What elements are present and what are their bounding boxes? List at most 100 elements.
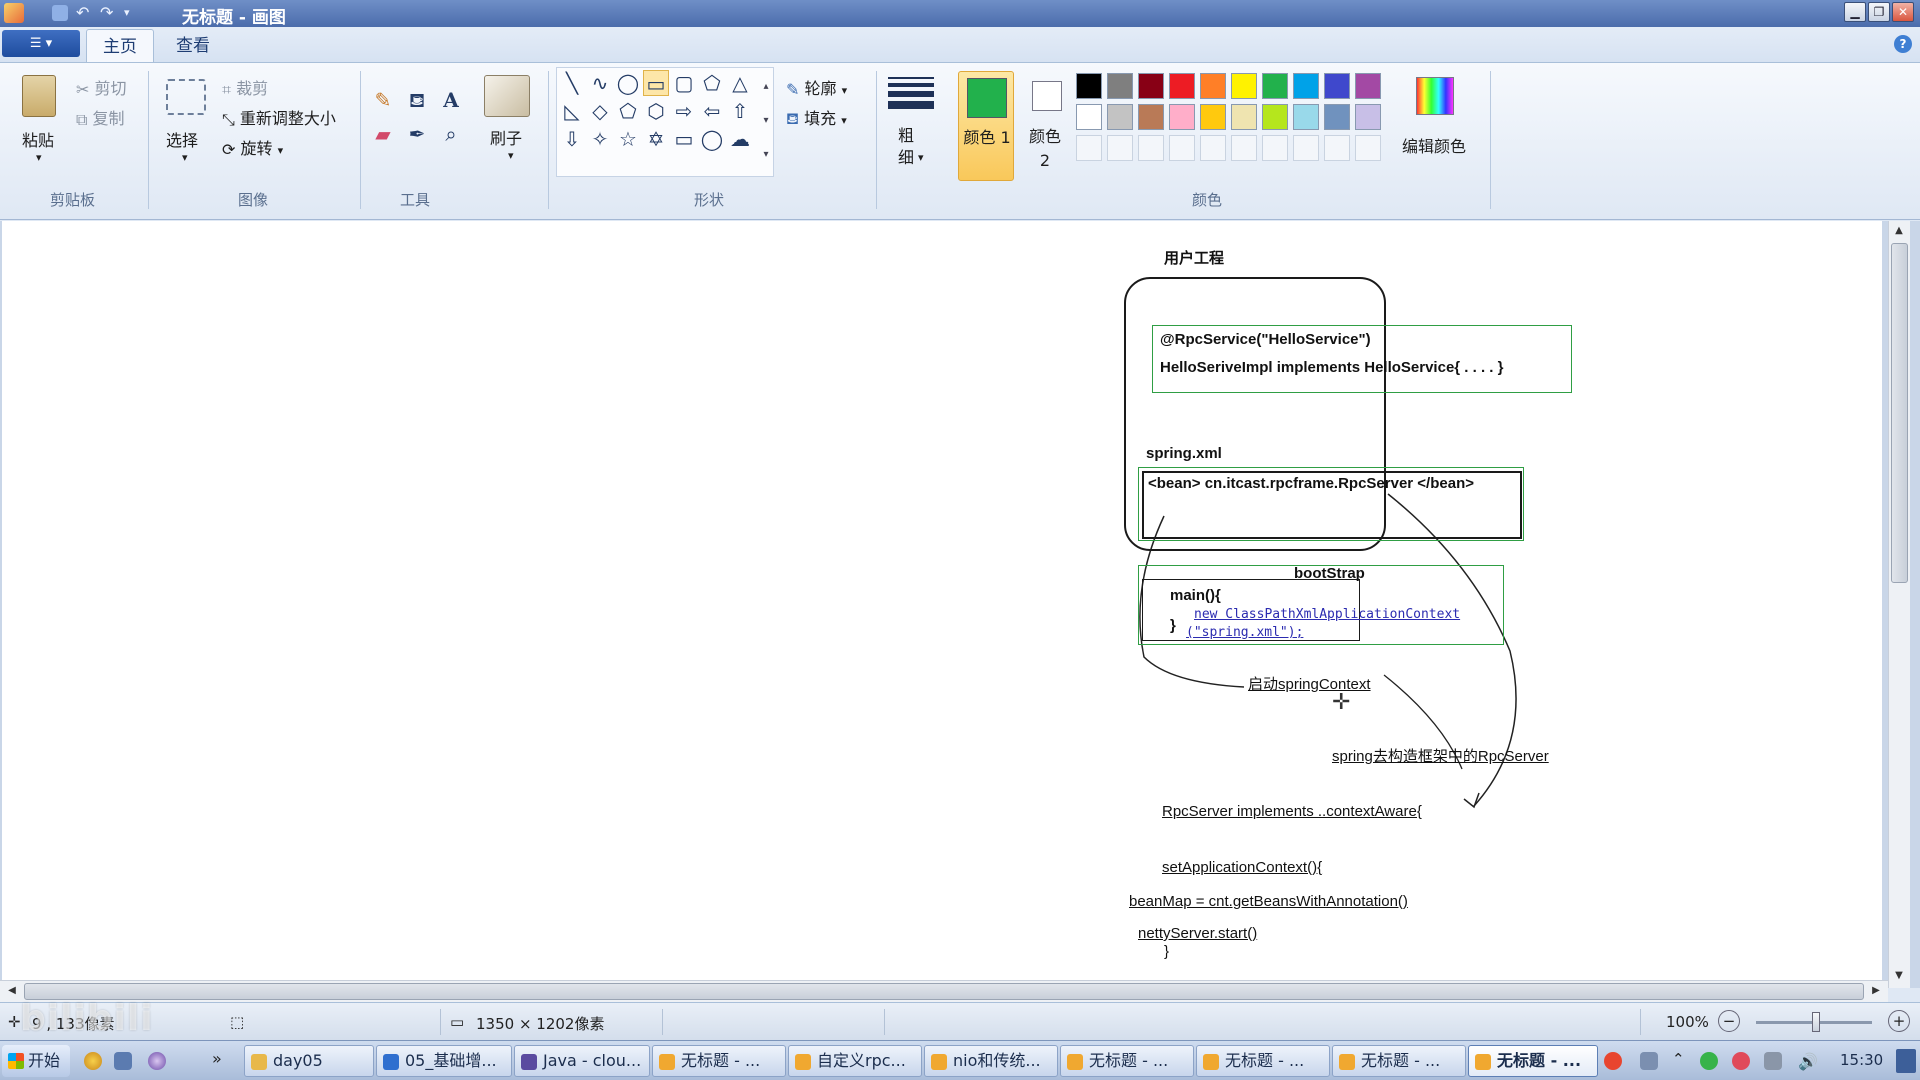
desktop-quicklaunch-icon[interactable] bbox=[114, 1052, 132, 1070]
right-triangle-shape-icon[interactable]: ◺ bbox=[559, 98, 585, 124]
cut-button[interactable]: ✂ 剪切 bbox=[76, 75, 127, 99]
up-arrow-shape-icon[interactable]: ⇧ bbox=[727, 98, 753, 124]
hexagon-shape-icon[interactable]: ⬡ bbox=[643, 98, 669, 124]
edit-colors-button[interactable]: 编辑颜色 bbox=[1384, 71, 1484, 181]
line-shape-icon[interactable]: ╲ bbox=[559, 70, 585, 96]
color-swatch[interactable] bbox=[1262, 73, 1288, 99]
taskbar-item[interactable]: 无标题 - ... bbox=[1468, 1045, 1598, 1077]
scroll-down-icon[interactable]: ▼ bbox=[1889, 966, 1909, 986]
magnifier-icon[interactable]: ⌕ bbox=[438, 121, 464, 147]
crop-button[interactable]: ⌗ 裁剪 bbox=[222, 75, 268, 100]
text-tool-icon[interactable]: A bbox=[438, 87, 464, 113]
color-swatch[interactable] bbox=[1355, 73, 1381, 99]
color-swatch[interactable] bbox=[1138, 104, 1164, 130]
browser-quicklaunch-icon[interactable] bbox=[84, 1052, 102, 1070]
color-swatch[interactable] bbox=[1262, 104, 1288, 130]
brushes-button[interactable]: 刷子 bbox=[490, 125, 522, 149]
outline-button[interactable]: ✎ 轮廓 ▾ bbox=[786, 75, 847, 99]
color-swatch[interactable] bbox=[1324, 104, 1350, 130]
zoom-slider-thumb[interactable] bbox=[1812, 1012, 1820, 1032]
rectangle-shape-icon[interactable]: ▭ bbox=[643, 70, 669, 96]
callout-rect-shape-icon[interactable]: ▭ bbox=[671, 126, 697, 152]
color2-button[interactable]: 颜色 2 bbox=[1020, 71, 1070, 181]
color-swatch[interactable] bbox=[1107, 73, 1133, 99]
brush-icon[interactable] bbox=[484, 75, 530, 117]
quick-access-dropdown-icon[interactable]: ▾ bbox=[124, 5, 138, 21]
paste-dropdown-icon[interactable]: ▾ bbox=[36, 151, 42, 164]
shapes-gallery[interactable]: ╲ ∿ ◯ ▭ ▢ ⬠ △ ◺ ◇ ⬠ ⬡ ⇨ ⇦ ⇧ ⇩ ✧ ☆ ✡ ▭ ◯ … bbox=[556, 67, 774, 177]
polygon-shape-icon[interactable]: ⬠ bbox=[699, 70, 725, 96]
color-swatch[interactable] bbox=[1231, 73, 1257, 99]
six-point-star-icon[interactable]: ✡ bbox=[643, 126, 669, 152]
brushes-dropdown-icon[interactable]: ▾ bbox=[508, 149, 514, 162]
close-button[interactable]: ✕ bbox=[1892, 2, 1914, 22]
show-desktop-icon[interactable] bbox=[1896, 1049, 1916, 1073]
scroll-left-icon[interactable]: ◀ bbox=[2, 981, 22, 1001]
empty-color-swatch[interactable] bbox=[1231, 135, 1257, 161]
color-swatch[interactable] bbox=[1231, 104, 1257, 130]
select-dropdown-icon[interactable]: ▾ bbox=[182, 151, 188, 164]
rounded-rect-shape-icon[interactable]: ▢ bbox=[671, 70, 697, 96]
horizontal-scroll-thumb[interactable] bbox=[24, 983, 1864, 1000]
fill-bucket-icon[interactable]: ⛾ bbox=[404, 87, 430, 113]
paste-icon[interactable] bbox=[22, 75, 56, 117]
color-swatch[interactable] bbox=[1200, 73, 1226, 99]
ie-quicklaunch-icon[interactable] bbox=[148, 1052, 166, 1070]
size-dropdown-icon[interactable]: ▾ bbox=[918, 151, 924, 164]
triangle-shape-icon[interactable]: △ bbox=[727, 70, 753, 96]
taskbar-item[interactable]: nio和传统... bbox=[924, 1045, 1058, 1077]
color-swatch[interactable] bbox=[1293, 104, 1319, 130]
callout-oval-shape-icon[interactable]: ◯ bbox=[699, 126, 725, 152]
empty-color-swatch[interactable] bbox=[1293, 135, 1319, 161]
resize-button[interactable]: ⤡ 重新调整大小 bbox=[222, 105, 336, 130]
five-point-star-icon[interactable]: ☆ bbox=[615, 126, 641, 152]
scroll-right-icon[interactable]: ▶ bbox=[1866, 981, 1886, 1001]
empty-color-swatch[interactable] bbox=[1076, 135, 1102, 161]
color-swatch[interactable] bbox=[1293, 73, 1319, 99]
vertical-scroll-thumb[interactable] bbox=[1891, 243, 1908, 583]
left-arrow-shape-icon[interactable]: ⇦ bbox=[699, 98, 725, 124]
size-button[interactable]: 粗细 bbox=[898, 125, 914, 169]
fill-button[interactable]: ⛾ 填充 ▾ bbox=[786, 105, 847, 130]
taskbar-item[interactable]: day05 bbox=[244, 1045, 374, 1077]
taskbar-item[interactable]: 无标题 - ... bbox=[1332, 1045, 1466, 1077]
horizontal-scrollbar[interactable]: ◀ ▶ bbox=[0, 980, 1888, 1002]
color-swatch[interactable] bbox=[1324, 73, 1350, 99]
color-swatch[interactable] bbox=[1138, 73, 1164, 99]
taskbar-item[interactable]: 无标题 - ... bbox=[1196, 1045, 1330, 1077]
tray-monitor-icon[interactable] bbox=[1764, 1052, 1782, 1070]
tray-app-red-icon[interactable] bbox=[1732, 1052, 1750, 1070]
color-swatch[interactable] bbox=[1355, 104, 1381, 130]
rotate-button[interactable]: ⟳ 旋转 ▾ bbox=[222, 135, 283, 159]
eraser-icon[interactable]: ▰ bbox=[370, 121, 396, 147]
taskbar-item[interactable]: Java - clou... bbox=[514, 1045, 650, 1077]
oval-shape-icon[interactable]: ◯ bbox=[615, 70, 641, 96]
tab-home[interactable]: 主页 bbox=[86, 29, 154, 63]
volume-icon[interactable]: 🔊 bbox=[1798, 1052, 1818, 1071]
help-icon[interactable]: ? bbox=[1894, 35, 1912, 53]
empty-color-swatch[interactable] bbox=[1200, 135, 1226, 161]
callout-cloud-shape-icon[interactable]: ☁ bbox=[727, 126, 753, 152]
start-button[interactable]: 开始 bbox=[2, 1045, 70, 1077]
pentagon-shape-icon[interactable]: ⬠ bbox=[615, 98, 641, 124]
color-swatch[interactable] bbox=[1169, 104, 1195, 130]
vertical-scrollbar[interactable]: ▲ ▼ bbox=[1888, 221, 1910, 988]
taskbar-item[interactable]: 自定义rpc... bbox=[788, 1045, 922, 1077]
down-arrow-shape-icon[interactable]: ⇩ bbox=[559, 126, 585, 152]
tray-app-green-icon[interactable] bbox=[1700, 1052, 1718, 1070]
empty-color-swatch[interactable] bbox=[1107, 135, 1133, 161]
tray-expand-icon[interactable]: ⌃ bbox=[1672, 1050, 1685, 1068]
zoom-in-icon[interactable]: + bbox=[1888, 1010, 1910, 1032]
paste-button[interactable]: 粘贴 bbox=[22, 127, 54, 151]
network-icon[interactable] bbox=[1640, 1052, 1658, 1070]
minimize-button[interactable]: ▁ bbox=[1844, 2, 1866, 22]
taskbar-item[interactable]: 05_基础增... bbox=[376, 1045, 512, 1077]
redo-icon[interactable]: ↷ bbox=[100, 5, 118, 21]
taskbar-item[interactable]: 无标题 - ... bbox=[1060, 1045, 1194, 1077]
zoom-slider[interactable] bbox=[1756, 1012, 1872, 1032]
paint-app-icon[interactable] bbox=[4, 3, 24, 23]
system-clock[interactable]: 15:30 bbox=[1840, 1051, 1883, 1069]
copy-button[interactable]: ⧉ 复制 bbox=[76, 105, 125, 130]
restore-button[interactable]: ❐ bbox=[1868, 2, 1890, 22]
color-swatch[interactable] bbox=[1076, 104, 1102, 130]
